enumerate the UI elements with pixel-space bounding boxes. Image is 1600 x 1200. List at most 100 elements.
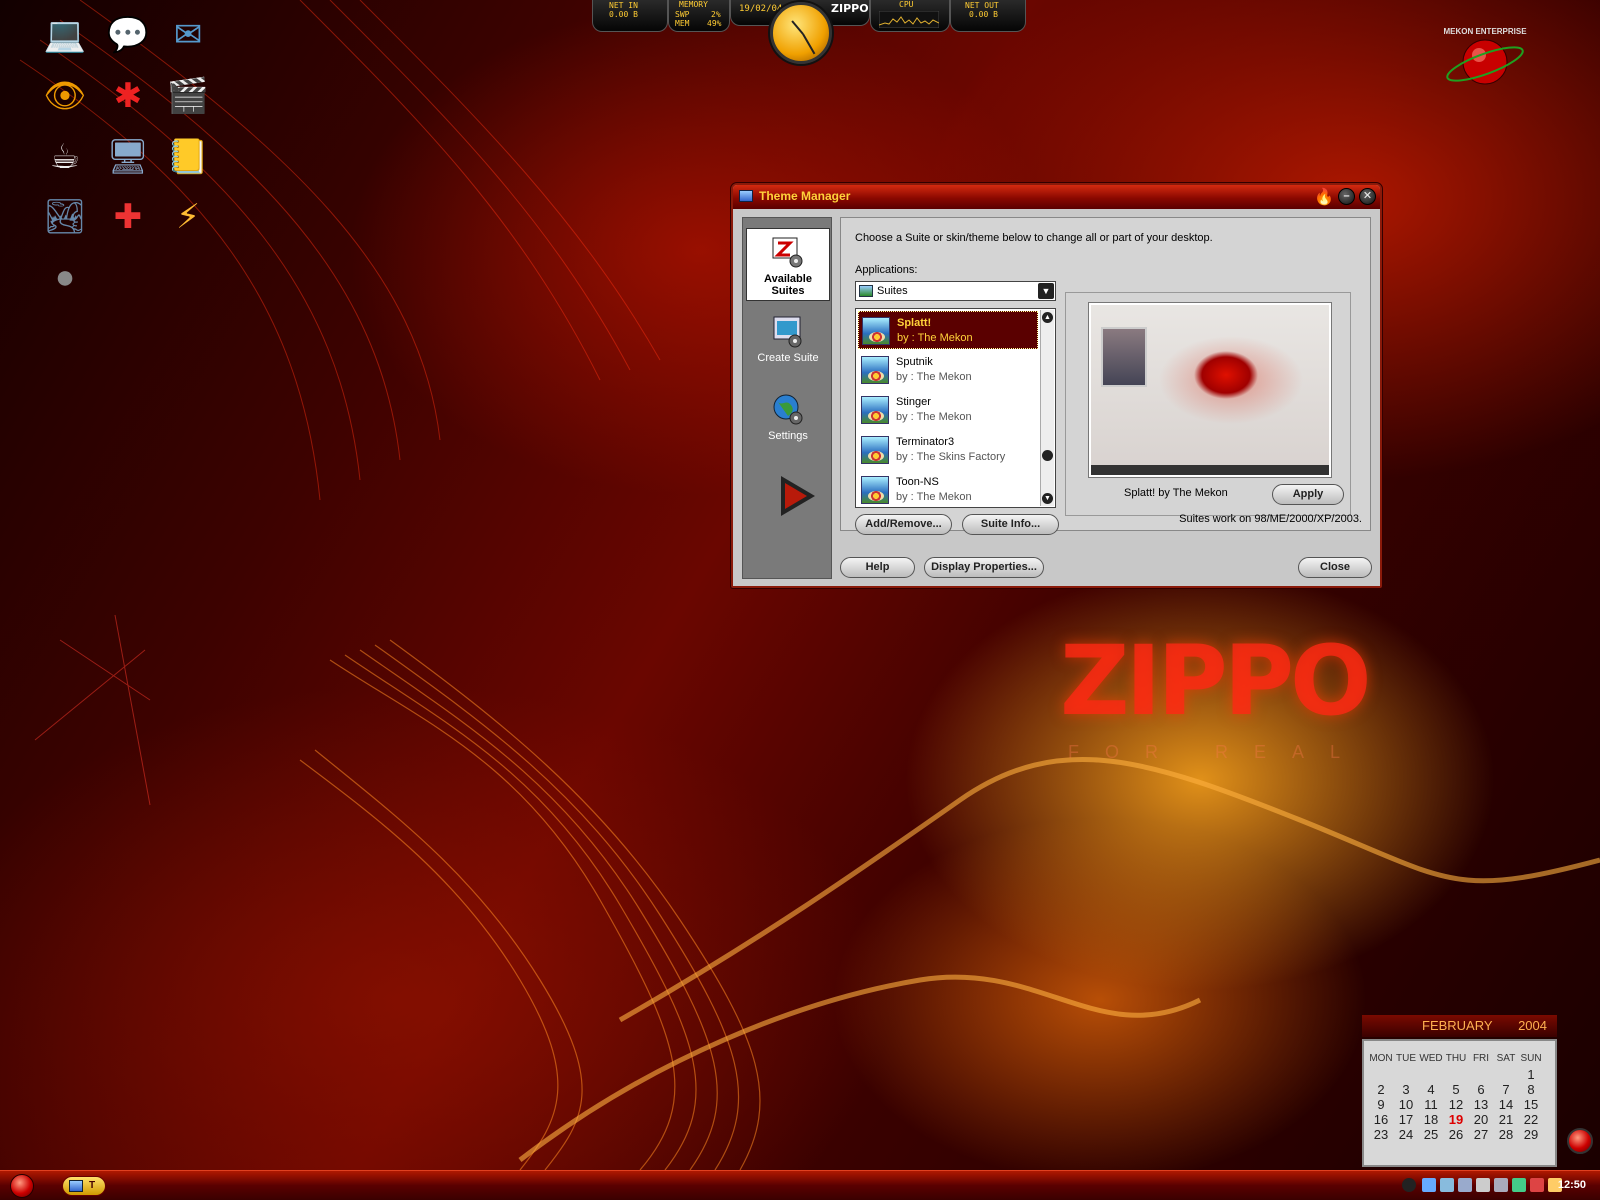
- film-folder-icon-glyph: 🎬: [166, 77, 210, 115]
- close-window-button[interactable]: ✕: [1359, 188, 1376, 205]
- calendar-day[interactable]: 23: [1369, 1127, 1393, 1142]
- lightning-icon[interactable]: ⚡: [163, 192, 213, 242]
- compatibility-note: Suites work on 98/ME/2000/XP/2003.: [1179, 513, 1362, 525]
- calendar-day[interactable]: 27: [1469, 1127, 1493, 1142]
- calendar-day[interactable]: 11: [1419, 1097, 1443, 1112]
- calendar-day[interactable]: 1: [1519, 1067, 1543, 1082]
- mekon-enterprise-badge[interactable]: MEKON ENTERPRISE: [1440, 26, 1530, 96]
- scroll-down-icon[interactable]: ▼: [1042, 493, 1053, 504]
- net-in-value: 0.00 B: [609, 10, 638, 19]
- add-remove-button[interactable]: Add/Remove...: [855, 514, 952, 535]
- chat-bubble-icon[interactable]: 💬: [103, 10, 153, 60]
- calendar-day[interactable]: 8: [1519, 1082, 1543, 1097]
- tray-monitor-icon[interactable]: [1440, 1178, 1454, 1192]
- calendar-day[interactable]: 10: [1394, 1097, 1418, 1112]
- taskbar-clock[interactable]: 12:50: [1558, 1179, 1586, 1191]
- create-suite-icon: [773, 316, 802, 348]
- suite-list-item[interactable]: Terminator3 by : The Skins Factory: [858, 431, 1038, 469]
- calendar-day[interactable]: 5: [1444, 1082, 1468, 1097]
- applications-dropdown[interactable]: Suites ▼: [855, 281, 1056, 301]
- suite-list-item[interactable]: Stinger by : The Mekon: [858, 391, 1038, 429]
- calendar-day[interactable]: 12: [1444, 1097, 1468, 1112]
- calendar-day[interactable]: 21: [1494, 1112, 1518, 1127]
- calendar-day[interactable]: 4: [1419, 1082, 1443, 1097]
- taskbar-button-label: T: [89, 1180, 96, 1191]
- calendar-day[interactable]: 6: [1469, 1082, 1493, 1097]
- coffee-cup-icon[interactable]: ☕: [40, 132, 90, 182]
- tray-arrow-icon[interactable]: [1402, 1178, 1416, 1192]
- help-button[interactable]: Help: [840, 557, 915, 578]
- apply-button[interactable]: Apply: [1272, 484, 1344, 505]
- tray-security-icon[interactable]: [1530, 1178, 1544, 1192]
- analog-clock: [770, 2, 832, 64]
- sidebar-item-create-suite[interactable]: Create Suite: [746, 308, 830, 370]
- calendar-day[interactable]: 15: [1519, 1097, 1543, 1112]
- swp-label: SWP: [675, 10, 690, 19]
- tray-mail-icon[interactable]: [1476, 1178, 1490, 1192]
- landscape-icon[interactable]: 🏞: [40, 192, 90, 242]
- calendar-day[interactable]: 24: [1394, 1127, 1418, 1142]
- display-properties-button[interactable]: Display Properties...: [924, 557, 1044, 578]
- tray-check-icon[interactable]: [1512, 1178, 1526, 1192]
- close-button[interactable]: Close: [1298, 557, 1372, 578]
- taskbar-theme-manager-button[interactable]: T: [62, 1176, 106, 1196]
- scroll-up-icon[interactable]: ▲: [1042, 312, 1053, 323]
- stamp-icon[interactable]: ✉: [163, 10, 213, 60]
- suite-list-scrollbar[interactable]: ▲ ▼: [1040, 310, 1054, 506]
- calendar-day-header: MON: [1369, 1053, 1393, 1064]
- suite-list-item[interactable]: Sputnik by : The Mekon: [858, 351, 1038, 389]
- film-folder-icon[interactable]: 🎬: [163, 71, 213, 121]
- splat-icon[interactable]: ✱: [103, 71, 153, 121]
- tray-display-icon[interactable]: [1458, 1178, 1472, 1192]
- suite-author: by : The Mekon: [897, 332, 973, 344]
- suite-list-item[interactable]: Splatt! by : The Mekon: [858, 311, 1038, 349]
- calendar-today[interactable]: 19: [1444, 1112, 1468, 1127]
- flame-icon: 🔥: [1314, 189, 1334, 206]
- zippo-wallpaper-logo: ZIPPO: [1060, 625, 1372, 737]
- minimize-button[interactable]: –: [1338, 188, 1355, 205]
- scroll-thumb[interactable]: [1042, 450, 1053, 461]
- calendar-day[interactable]: 26: [1444, 1127, 1468, 1142]
- play-arrow-icon[interactable]: [781, 476, 815, 516]
- calendar-day[interactable]: 14: [1494, 1097, 1518, 1112]
- suite-list[interactable]: Splatt! by : The Mekon Sputnik by : The Mek…: [855, 308, 1056, 508]
- preview-figure: [1101, 327, 1147, 387]
- calendar-day[interactable]: 9: [1369, 1097, 1393, 1112]
- suite-author: by : The Mekon: [896, 491, 972, 503]
- notepad-icon[interactable]: 📒: [163, 132, 213, 182]
- sphere-icon[interactable]: ●: [40, 252, 90, 302]
- calendar-day[interactable]: 16: [1369, 1112, 1393, 1127]
- calendar-day[interactable]: 18: [1419, 1112, 1443, 1127]
- calendar-day[interactable]: 7: [1494, 1082, 1518, 1097]
- calendar-day[interactable]: 3: [1394, 1082, 1418, 1097]
- calendar-day[interactable]: 25: [1419, 1127, 1443, 1142]
- suite-palette-icon: [861, 396, 889, 424]
- calendar-day[interactable]: 13: [1469, 1097, 1493, 1112]
- eye-icon[interactable]: 👁: [40, 71, 90, 121]
- calendar-year: 2004: [1518, 1018, 1547, 1033]
- calendar-day[interactable]: 17: [1394, 1112, 1418, 1127]
- calendar-day[interactable]: 2: [1369, 1082, 1393, 1097]
- corner-orb-button[interactable]: [1567, 1128, 1593, 1154]
- tray-network-icon[interactable]: [1422, 1178, 1436, 1192]
- calendar-day[interactable]: 20: [1469, 1112, 1493, 1127]
- laptop-icon[interactable]: 💻: [40, 10, 90, 60]
- globe-settings-icon: [773, 394, 803, 425]
- tray-sound-icon[interactable]: [1494, 1178, 1508, 1192]
- instruction-text: Choose a Suite or skin/theme below to ch…: [855, 232, 1213, 244]
- lifebuoy-icon[interactable]: ✚: [103, 192, 153, 242]
- laptop-icon-glyph: 💻: [43, 16, 87, 54]
- calendar-day[interactable]: 29: [1519, 1127, 1543, 1142]
- start-button[interactable]: [10, 1174, 34, 1198]
- calendar-day[interactable]: 22: [1519, 1112, 1543, 1127]
- calendar-day[interactable]: 28: [1494, 1127, 1518, 1142]
- sidebar-item-available-suites[interactable]: Available Suites: [746, 228, 830, 301]
- dialog-titlebar[interactable]: Theme Manager 🔥 – ✕: [733, 185, 1380, 209]
- mekon-badge-text: MEKON ENTERPRISE: [1443, 27, 1527, 36]
- suite-list-item[interactable]: Toon-NS by : The Mekon: [858, 471, 1038, 507]
- suite-info-button[interactable]: Suite Info...: [962, 514, 1059, 535]
- monitor-icon[interactable]: 🖥: [103, 132, 153, 182]
- sidebar-item-settings[interactable]: Settings: [746, 386, 830, 448]
- chevron-down-icon[interactable]: ▼: [1038, 283, 1054, 299]
- suite-palette-icon: [861, 436, 889, 464]
